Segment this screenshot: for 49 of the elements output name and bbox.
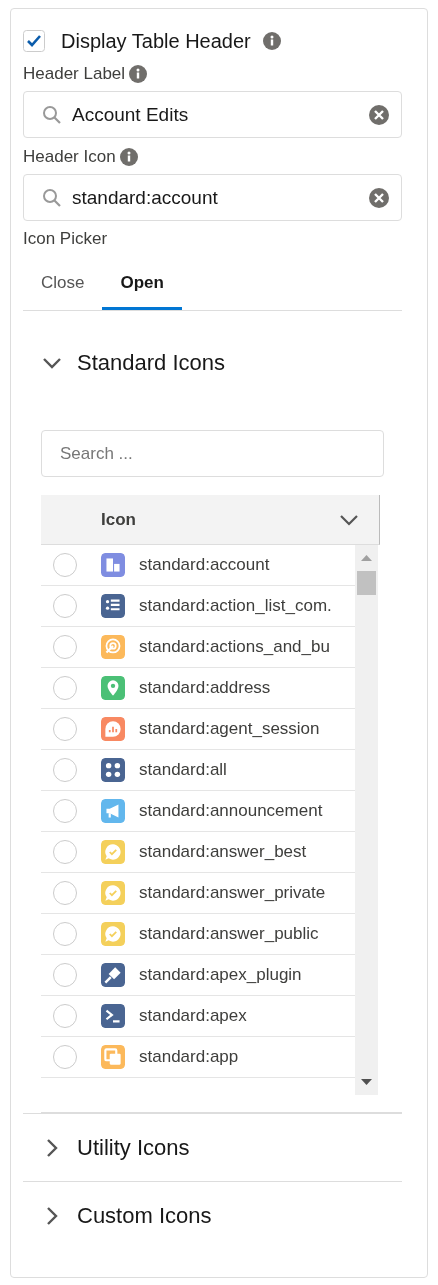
icon-name: standard:address: [139, 678, 271, 698]
icon-name: standard:agent_session: [139, 719, 320, 739]
radio-button[interactable]: [53, 758, 77, 782]
section-label: Icon Picker: [23, 229, 109, 250]
search-icon: [42, 187, 62, 208]
icon-name: standard:app: [139, 1047, 239, 1067]
chevron-icon[interactable]: [339, 513, 359, 526]
section-title[interactable]: Standard Icons: [77, 350, 225, 376]
icon-name: standard:announcement: [139, 801, 323, 821]
icon-name: standard:answer_private: [139, 883, 326, 903]
icon-name: standard:answer_best: [139, 842, 307, 862]
radio-button[interactable]: [53, 594, 77, 618]
icon-name: standard:all: [139, 760, 227, 780]
info-icon[interactable]: [129, 65, 148, 83]
search-icon: [42, 104, 62, 125]
icon-name: standard:account: [139, 555, 270, 575]
radio-button[interactable]: [53, 635, 77, 659]
radio-button[interactable]: [53, 799, 77, 823]
radio-button[interactable]: [53, 553, 77, 577]
field-label: Header Icon: [23, 147, 116, 167]
field-label: Header Label: [23, 64, 126, 84]
scrollbar[interactable]: [355, 545, 378, 1095]
column-header[interactable]: Icon: [41, 495, 380, 545]
radio-button[interactable]: [53, 1004, 77, 1028]
search-field[interactable]: Search ...: [41, 430, 384, 477]
icon-name: standard:actions_and_bu: [139, 637, 330, 657]
radio-button[interactable]: [53, 676, 77, 700]
radio-button[interactable]: [53, 840, 77, 864]
radio-button[interactable]: [53, 881, 77, 905]
tab[interactable]: Open: [102, 259, 182, 310]
icon-name: standard:apex: [139, 1006, 247, 1026]
icon-name: standard:apex_plugin: [139, 965, 302, 985]
radio-button[interactable]: [53, 1045, 77, 1069]
section-title[interactable]: Utility Icons: [77, 1134, 190, 1161]
icon-name: standard:action_list_com.: [139, 596, 332, 616]
clear-icon[interactable]: [369, 187, 389, 208]
icon-name: standard:answer_public: [139, 924, 319, 944]
section-title[interactable]: Custom Icons: [77, 1202, 212, 1229]
search-field[interactable]: Account Edits: [23, 91, 402, 138]
info-icon[interactable]: [119, 148, 138, 166]
info-icon[interactable]: [262, 32, 281, 50]
radio-button[interactable]: [53, 717, 77, 741]
search-field[interactable]: standard:account: [23, 174, 402, 221]
radio-button[interactable]: [53, 963, 77, 987]
checkbox-label: Display Table Header: [61, 29, 251, 53]
checkbox[interactable]: [23, 30, 45, 52]
clear-icon[interactable]: [369, 104, 389, 125]
tab[interactable]: Close: [23, 259, 103, 310]
radio-button[interactable]: [53, 922, 77, 946]
